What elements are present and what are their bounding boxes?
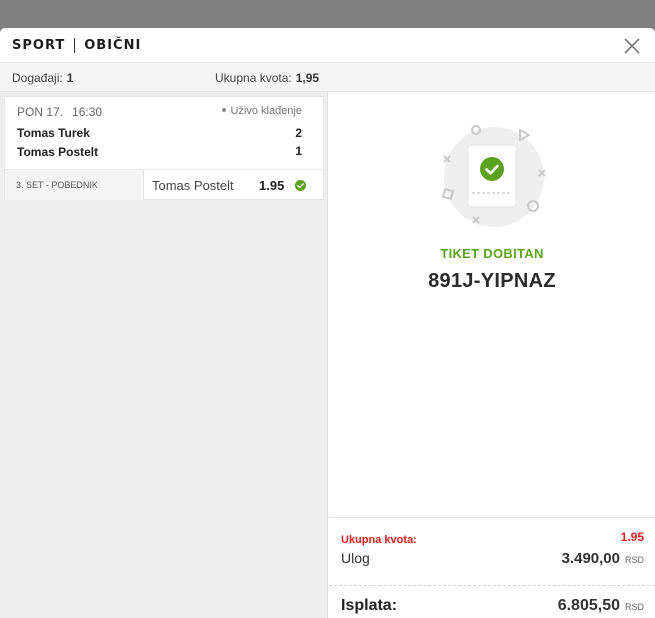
event-card[interactable]: PON 17. 16:30 Uživo klađenje Tomas Turek …	[4, 96, 324, 200]
market-name: 3. SET - POBEDNIK	[5, 170, 144, 200]
payout-summary: Ukupna kvota: 1.95 Ulog 3.490,00 RSD Ispl…	[329, 517, 655, 618]
stake-row: Ulog 3.490,00 RSD	[341, 550, 644, 568]
payout-label: Isplata:	[341, 597, 398, 614]
total-odds-label: Ukupna kvota:	[215, 71, 292, 85]
live-dot-icon	[222, 108, 227, 113]
selection-odds: 1.95	[259, 178, 285, 193]
result-panel: TIKET DOBITAN 891J-YIPNAZ Ukupna kvota: …	[329, 92, 655, 618]
payout-value: 6.805,50	[557, 597, 620, 614]
stake-currency: RSD	[624, 555, 644, 565]
summary-divider	[329, 585, 655, 586]
events-label: Događaji:	[12, 71, 63, 85]
live-label: Uživo klađenje	[230, 105, 302, 117]
ticket-info-bar: Događaji: 1 Ukupna kvota: 1,95	[0, 63, 655, 92]
ticket-type: OBIČNI	[84, 37, 142, 53]
events-panel: PON 17. 16:30 Uživo klađenje Tomas Turek …	[0, 92, 328, 618]
summary-total-odds-row: Ukupna kvota: 1.95	[341, 530, 644, 548]
ticket-category: SPORT	[12, 37, 66, 53]
event-day: PON 17.	[17, 105, 64, 119]
modal-header: SPORT OBIČNI	[0, 28, 655, 63]
events-count: Događaji: 1	[12, 71, 73, 85]
header-divider	[74, 37, 76, 53]
selection-name: Tomas Postelt	[152, 178, 234, 193]
selection-row: 3. SET - POBEDNIK Tomas Postelt 1.95	[5, 169, 323, 200]
live-betting-badge: Uživo klađenje	[222, 105, 302, 117]
event-time: 16:30	[72, 105, 103, 119]
summary-total-odds-label: Ukupna kvota:	[341, 534, 417, 546]
ticket-body: PON 17. 16:30 Uživo klađenje Tomas Turek …	[0, 92, 655, 618]
away-score: 1	[295, 144, 302, 158]
payout-currency: RSD	[624, 602, 644, 612]
check-circle-icon	[295, 180, 306, 191]
ticket-modal: SPORT OBIČNI Događaji: 1 Ukupna kvota: 1,9…	[0, 28, 655, 618]
events-value: 1	[66, 71, 74, 85]
payout-amount: 6.805,50 RSD	[558, 597, 644, 615]
winning-ticket-illustration	[441, 125, 546, 227]
close-icon[interactable]	[623, 37, 641, 55]
ticket-status-label: TIKET DOBITAN	[440, 246, 544, 261]
home-team: Tomas Turek	[17, 126, 90, 140]
stake-label: Ulog	[341, 550, 370, 566]
event-datetime: PON 17. 16:30	[17, 105, 102, 119]
total-odds-info: Ukupna kvota: 1,95	[215, 71, 319, 85]
total-odds-value: 1,95	[295, 71, 320, 85]
summary-total-odds-value: 1.95	[620, 530, 644, 544]
ticket-code: 891J-YIPNAZ	[428, 270, 556, 292]
home-score: 2	[295, 126, 302, 140]
stake-value: 3.490,00	[561, 550, 620, 567]
away-team: Tomas Postelt	[17, 145, 99, 159]
selection-cell: Tomas Postelt 1.95	[144, 170, 323, 200]
payout-row: Isplata: 6.805,50 RSD	[341, 597, 644, 615]
stake-amount: 3.490,00 RSD	[562, 550, 644, 568]
